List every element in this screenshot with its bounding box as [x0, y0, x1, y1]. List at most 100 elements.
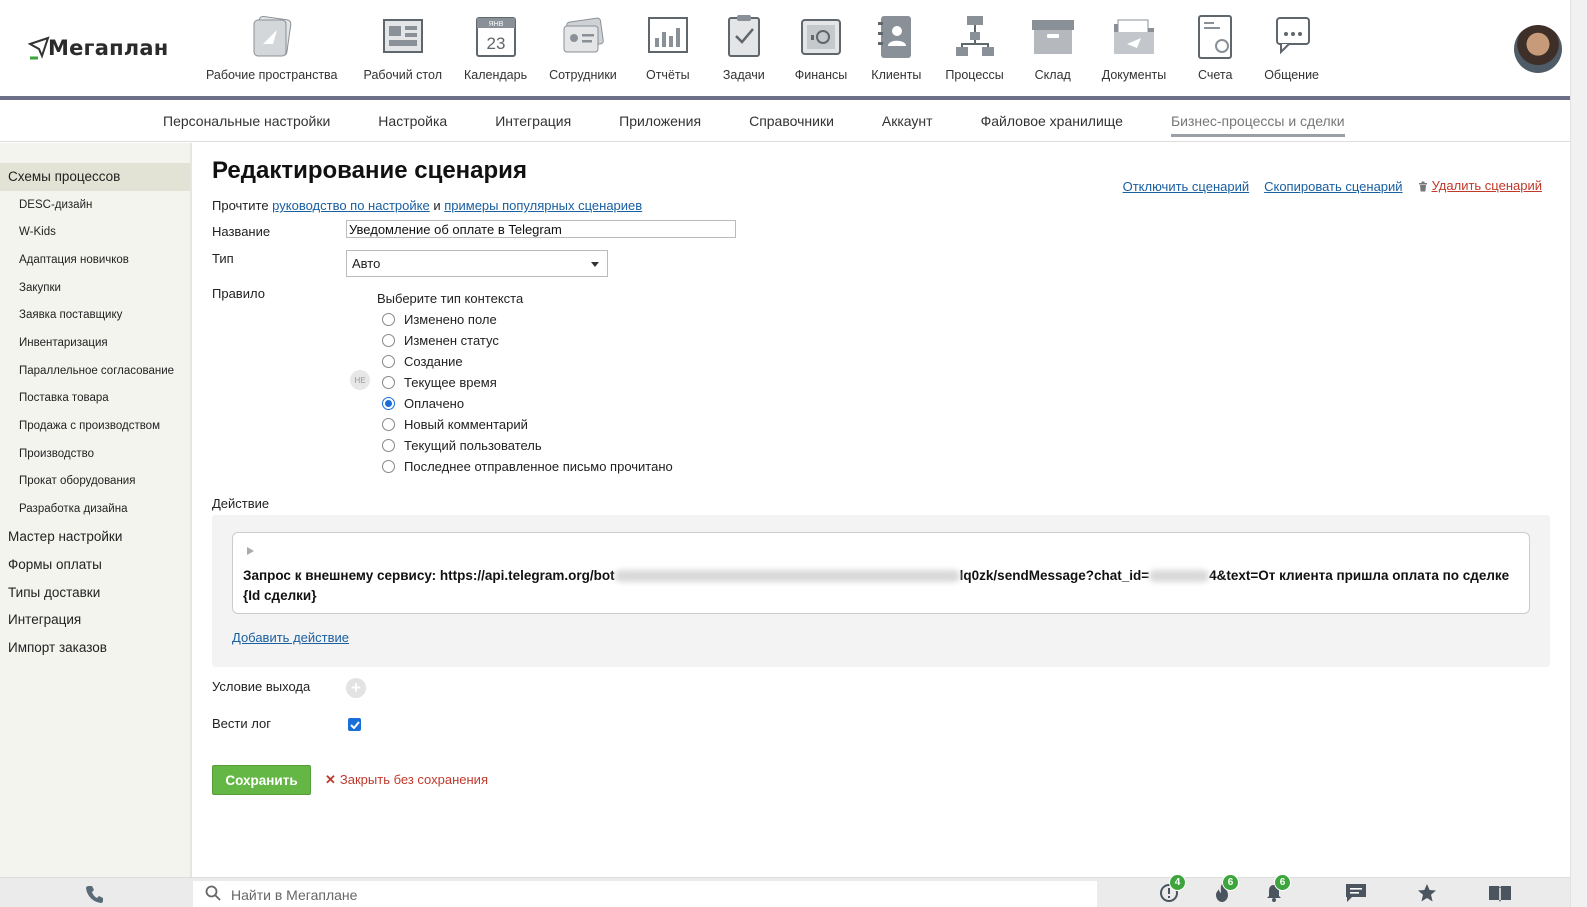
action-panel: Запрос к внешнему сервису: https://api.t… — [212, 515, 1550, 667]
tab-7[interactable]: Бизнес-процессы и сделки — [1170, 113, 1345, 137]
sidebar-item[interactable]: DESC-дизайн — [0, 191, 190, 219]
tab-4[interactable]: Справочники — [749, 113, 834, 129]
tab-5[interactable]: Аккаунт — [882, 113, 933, 129]
play-icon[interactable] — [247, 547, 254, 555]
module-workspaces[interactable]: Рабочие пространства — [200, 12, 344, 92]
module-label: Рабочие пространства — [206, 68, 338, 82]
rule-label: Правило — [212, 286, 265, 301]
help-button[interactable] — [1488, 883, 1512, 906]
tasks-icon — [719, 12, 769, 62]
radio-button[interactable] — [382, 334, 395, 347]
add-exit-condition-button[interactable]: + — [346, 678, 366, 698]
context-option[interactable]: Новый комментарий — [382, 414, 673, 435]
type-select[interactable]: Авто — [346, 250, 608, 277]
search-icon — [205, 885, 221, 904]
context-option[interactable]: Текущее время — [382, 372, 673, 393]
type-select-value: Авто — [352, 256, 381, 271]
tab-2[interactable]: Интеграция — [495, 113, 571, 129]
sidebar-item[interactable]: Мастер настройки — [0, 523, 190, 551]
sidebar-item[interactable]: Импорт заказов — [0, 634, 190, 662]
add-action-link[interactable]: Добавить действие — [232, 630, 349, 645]
module-warehouse[interactable]: Склад — [1022, 12, 1084, 92]
action-card[interactable]: Запрос к внешнему сервису: https://api.t… — [232, 532, 1530, 614]
module-label: Отчёты — [645, 68, 690, 82]
radio-button[interactable] — [382, 376, 395, 389]
sidebar-item[interactable]: Параллельное согласование — [0, 357, 190, 385]
copy-scenario-link[interactable]: Скопировать сценарий — [1264, 179, 1402, 194]
scrollbar[interactable] — [1570, 0, 1587, 907]
tab-1[interactable]: Настройка — [378, 113, 447, 129]
sidebar-item[interactable]: Инвентаризация — [0, 329, 190, 357]
phone-icon[interactable] — [85, 884, 105, 907]
sidebar-item[interactable]: Формы оплаты — [0, 551, 190, 579]
chevron-down-icon — [591, 262, 599, 267]
name-input[interactable] — [346, 220, 736, 238]
context-option[interactable]: Последнее отправленное письмо прочитано — [382, 456, 673, 477]
module-desktop[interactable]: Рабочий стол — [358, 12, 448, 92]
module-tasks[interactable]: Задачи — [713, 12, 775, 92]
invoices-icon — [1190, 12, 1240, 62]
sidebar-item[interactable]: Заявка поставщику — [0, 301, 190, 329]
sidebar-item[interactable]: W-Kids — [0, 218, 190, 246]
alerts-button[interactable]: 4 — [1159, 874, 1186, 906]
log-checkbox[interactable] — [348, 718, 361, 731]
log-label: Вести лог — [212, 716, 271, 731]
action-text-part2: lq0zk/sendMessage?chat_id= — [959, 568, 1150, 583]
context-option-label: Текущее время — [404, 375, 497, 390]
sidebar-item[interactable]: Схемы процессов — [0, 163, 190, 191]
module-reports[interactable]: Отчёты — [637, 12, 699, 92]
module-clients[interactable]: Клиенты — [865, 12, 927, 92]
radio-button[interactable] — [382, 313, 395, 326]
context-option[interactable]: Текущий пользователь — [382, 435, 673, 456]
examples-link[interactable]: примеры популярных сценариев — [444, 198, 642, 213]
logo[interactable]: Мегаплан — [28, 34, 168, 62]
disable-scenario-link[interactable]: Отключить сценарий — [1123, 179, 1250, 194]
module-invoices[interactable]: Счета — [1184, 12, 1246, 92]
sidebar-item[interactable]: Типы доставки — [0, 578, 190, 606]
context-option[interactable]: Оплачено — [382, 393, 673, 414]
negate-toggle[interactable]: НЕ — [350, 370, 370, 390]
close-without-saving-link[interactable]: ✕ Закрыть без сохранения — [325, 772, 488, 788]
top-bar: Мегаплан Рабочие пространства Рабочий ст… — [0, 0, 1570, 96]
radio-button[interactable] — [382, 418, 395, 431]
sidebar-item[interactable]: Закупки — [0, 274, 190, 302]
sidebar-item[interactable]: Интеграция — [0, 606, 190, 634]
radio-button[interactable] — [382, 397, 395, 410]
context-option[interactable]: Создание — [382, 351, 673, 372]
avatar[interactable] — [1514, 25, 1562, 73]
messages-button[interactable] — [1345, 883, 1367, 906]
module-employees[interactable]: Сотрудники — [543, 12, 623, 92]
module-documents[interactable]: Документы — [1096, 12, 1172, 92]
guide-link[interactable]: руководство по настройке — [272, 198, 430, 213]
sidebar-item[interactable]: Адаптация новичков — [0, 246, 190, 274]
module-label: Счета — [1197, 68, 1233, 82]
context-option[interactable]: Изменено поле — [382, 309, 673, 330]
module-chat[interactable]: Общение — [1258, 12, 1325, 92]
tab-0[interactable]: Персональные настройки — [163, 113, 330, 129]
tab-3[interactable]: Приложения — [619, 113, 701, 129]
save-button[interactable]: Сохранить — [212, 765, 311, 795]
global-search[interactable]: Найти в Мегаплане — [193, 881, 1097, 907]
notifications-button[interactable]: 6 — [1264, 874, 1291, 906]
sidebar-item[interactable]: Разработка дизайна — [0, 495, 190, 523]
module-calendar[interactable]: ЯНВ 23 Календарь — [458, 12, 533, 92]
module-label: Рабочий стол — [363, 68, 442, 82]
sidebar-item[interactable]: Продажа с производством — [0, 412, 190, 440]
tab-6[interactable]: Файловое хранилище — [981, 113, 1123, 129]
context-option[interactable]: Изменен статус — [382, 330, 673, 351]
sidebar-item[interactable]: Поставка товара — [0, 385, 190, 413]
hot-button[interactable]: 6 — [1212, 874, 1239, 906]
delete-scenario-link[interactable]: Удалить сценарий — [1432, 178, 1542, 193]
favorites-button[interactable] — [1417, 883, 1437, 906]
module-finance[interactable]: Финансы — [789, 12, 853, 92]
module-processes[interactable]: Процессы — [939, 12, 1009, 92]
context-radio-group: Изменено поле Изменен статус Создание Те… — [382, 309, 673, 477]
module-label: Календарь — [463, 68, 528, 82]
sidebar-item[interactable]: Производство — [0, 440, 190, 468]
sidebar-item[interactable]: Прокат оборудования — [0, 468, 190, 496]
radio-button[interactable] — [382, 439, 395, 452]
redacted-token — [614, 570, 960, 583]
radio-button[interactable] — [382, 460, 395, 473]
close-label: Закрыть без сохранения — [339, 772, 488, 787]
radio-button[interactable] — [382, 355, 395, 368]
